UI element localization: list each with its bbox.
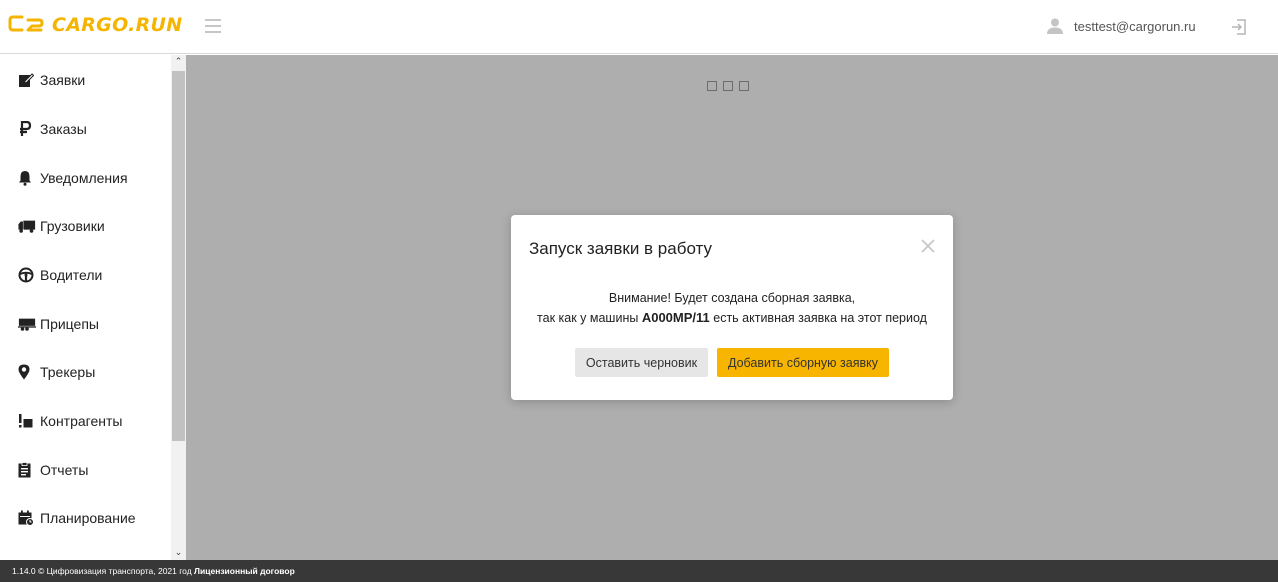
user-profile[interactable]: testtest@cargorun.ru xyxy=(1046,17,1196,35)
sidebar: Заявки Заказы Уведомления Грузовики Води… xyxy=(0,55,186,560)
hamburger-icon xyxy=(205,19,221,21)
loader-square-icon xyxy=(707,81,717,91)
keep-draft-button[interactable]: Оставить черновик xyxy=(575,348,708,377)
trailer-icon xyxy=(18,315,36,333)
sidebar-item-notifications[interactable]: Уведомления xyxy=(0,154,170,202)
cargo-logo-icon xyxy=(8,15,44,32)
close-button[interactable] xyxy=(919,237,937,255)
logout-icon xyxy=(1232,19,1246,35)
sidebar-scrollbar[interactable]: ⌃ ⌄ xyxy=(171,55,186,560)
loader-square-icon xyxy=(739,81,749,91)
menu-toggle-button[interactable] xyxy=(205,19,221,33)
vehicle-plate: А000МР/11 xyxy=(641,310,710,325)
sidebar-item-trailers[interactable]: Прицепы xyxy=(0,300,170,348)
license-agreement-link[interactable]: Лицензионный договор xyxy=(194,566,295,576)
scroll-up-arrow-icon[interactable]: ⌃ xyxy=(171,55,186,69)
footer: 1.14.0 © Цифровизация транспорта, 2021 г… xyxy=(0,560,1278,582)
footer-copyright: 1.14.0 © Цифровизация транспорта, 2021 г… xyxy=(12,566,192,576)
modal-message-line1: Внимание! Будет создана сборная заявка, xyxy=(608,291,856,305)
user-icon xyxy=(1047,18,1063,34)
sidebar-item-planning[interactable]: Планирование xyxy=(0,494,170,542)
logout-button[interactable] xyxy=(1230,18,1248,40)
modal-message: Внимание! Будет создана сборная заявка, … xyxy=(511,288,953,328)
add-consolidated-request-button[interactable]: Добавить сборную заявку xyxy=(717,348,889,377)
ruble-icon xyxy=(18,120,36,138)
truck-icon xyxy=(18,217,36,235)
launch-request-modal: Запуск заявки в работу Внимание! Будет с… xyxy=(511,215,953,400)
close-icon xyxy=(921,239,935,253)
sidebar-item-reports[interactable]: Отчеты xyxy=(0,446,170,494)
loading-indicator xyxy=(707,81,749,91)
sidebar-item-trackers[interactable]: Трекеры xyxy=(0,348,170,396)
loader-square-icon xyxy=(723,81,733,91)
sidebar-item-contractors[interactable]: Контрагенты xyxy=(0,397,170,445)
user-email: testtest@cargorun.ru xyxy=(1074,18,1196,34)
map-marker-icon xyxy=(18,363,36,381)
edit-icon xyxy=(18,71,36,89)
modal-title: Запуск заявки в работу xyxy=(529,239,712,258)
sidebar-item-orders[interactable]: Заказы xyxy=(0,105,170,153)
calendar-icon xyxy=(18,509,36,527)
bell-icon xyxy=(18,169,36,187)
sidebar-item-drivers[interactable]: Водители xyxy=(0,251,170,299)
header: CARGO.RUN testtest@cargorun.ru xyxy=(0,0,1278,54)
steering-wheel-icon xyxy=(18,266,36,284)
sidebar-item-requests[interactable]: Заявки xyxy=(0,56,170,104)
logo-text: CARGO.RUN xyxy=(52,14,183,36)
modal-message-line2: так как у машины А000МР/11 есть активная… xyxy=(537,310,927,325)
sidebar-item-trucks[interactable]: Грузовики xyxy=(0,202,170,250)
logo[interactable]: CARGO.RUN xyxy=(8,14,183,36)
clipboard-icon xyxy=(18,461,36,479)
scroll-thumb[interactable] xyxy=(172,71,185,441)
scroll-down-arrow-icon[interactable]: ⌄ xyxy=(171,546,186,560)
contractors-icon xyxy=(18,412,36,430)
